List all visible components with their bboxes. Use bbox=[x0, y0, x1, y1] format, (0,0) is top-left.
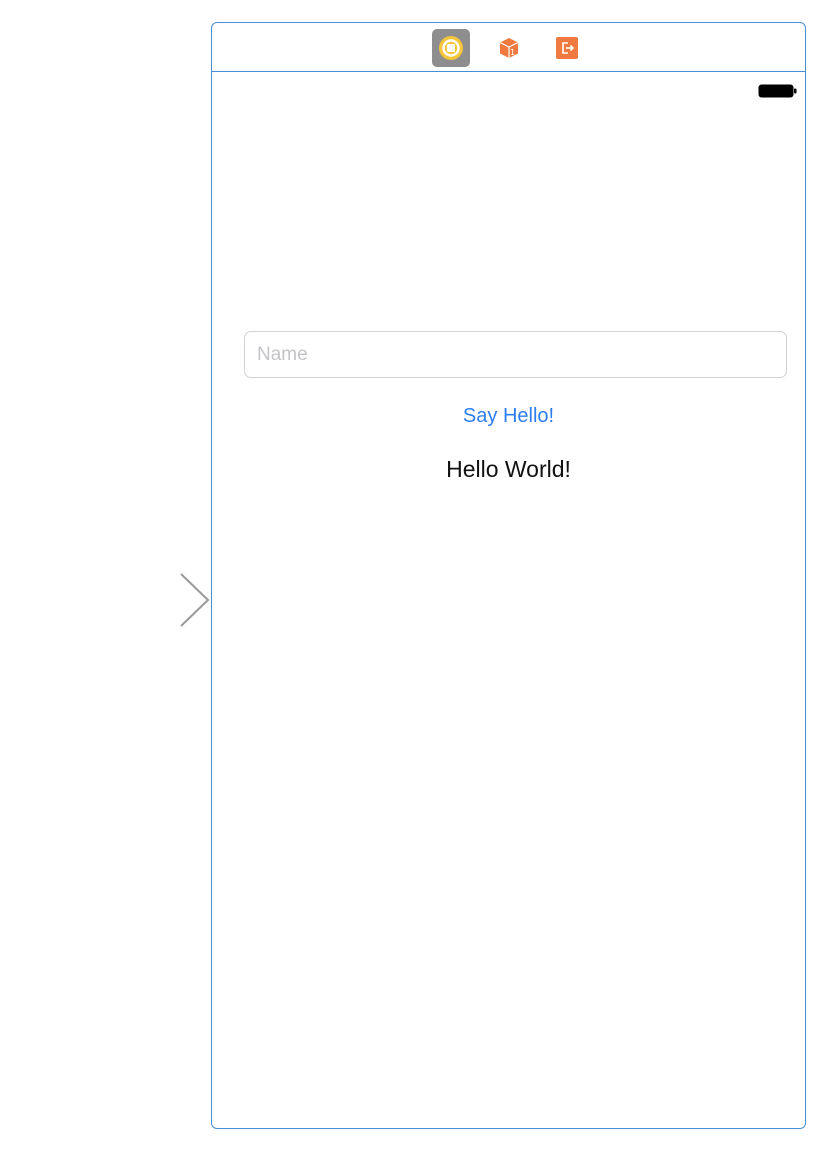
entry-arrow-icon[interactable] bbox=[50, 572, 212, 628]
view-controller-icon[interactable] bbox=[432, 29, 470, 67]
first-responder-icon[interactable]: 1 bbox=[494, 33, 524, 63]
view-controller-scene[interactable]: 1 Say Hello! Hello World! bbox=[211, 22, 806, 1129]
scene-dock: 1 bbox=[212, 23, 805, 72]
battery-icon bbox=[758, 84, 797, 98]
say-hello-button[interactable]: Say Hello! bbox=[212, 401, 805, 431]
svg-text:1: 1 bbox=[510, 48, 515, 57]
storyboard-canvas: 1 Say Hello! Hello World! bbox=[0, 0, 832, 1156]
greeting-label: Hello World! bbox=[446, 456, 571, 482]
name-field[interactable] bbox=[244, 331, 787, 378]
exit-icon[interactable] bbox=[552, 33, 582, 63]
